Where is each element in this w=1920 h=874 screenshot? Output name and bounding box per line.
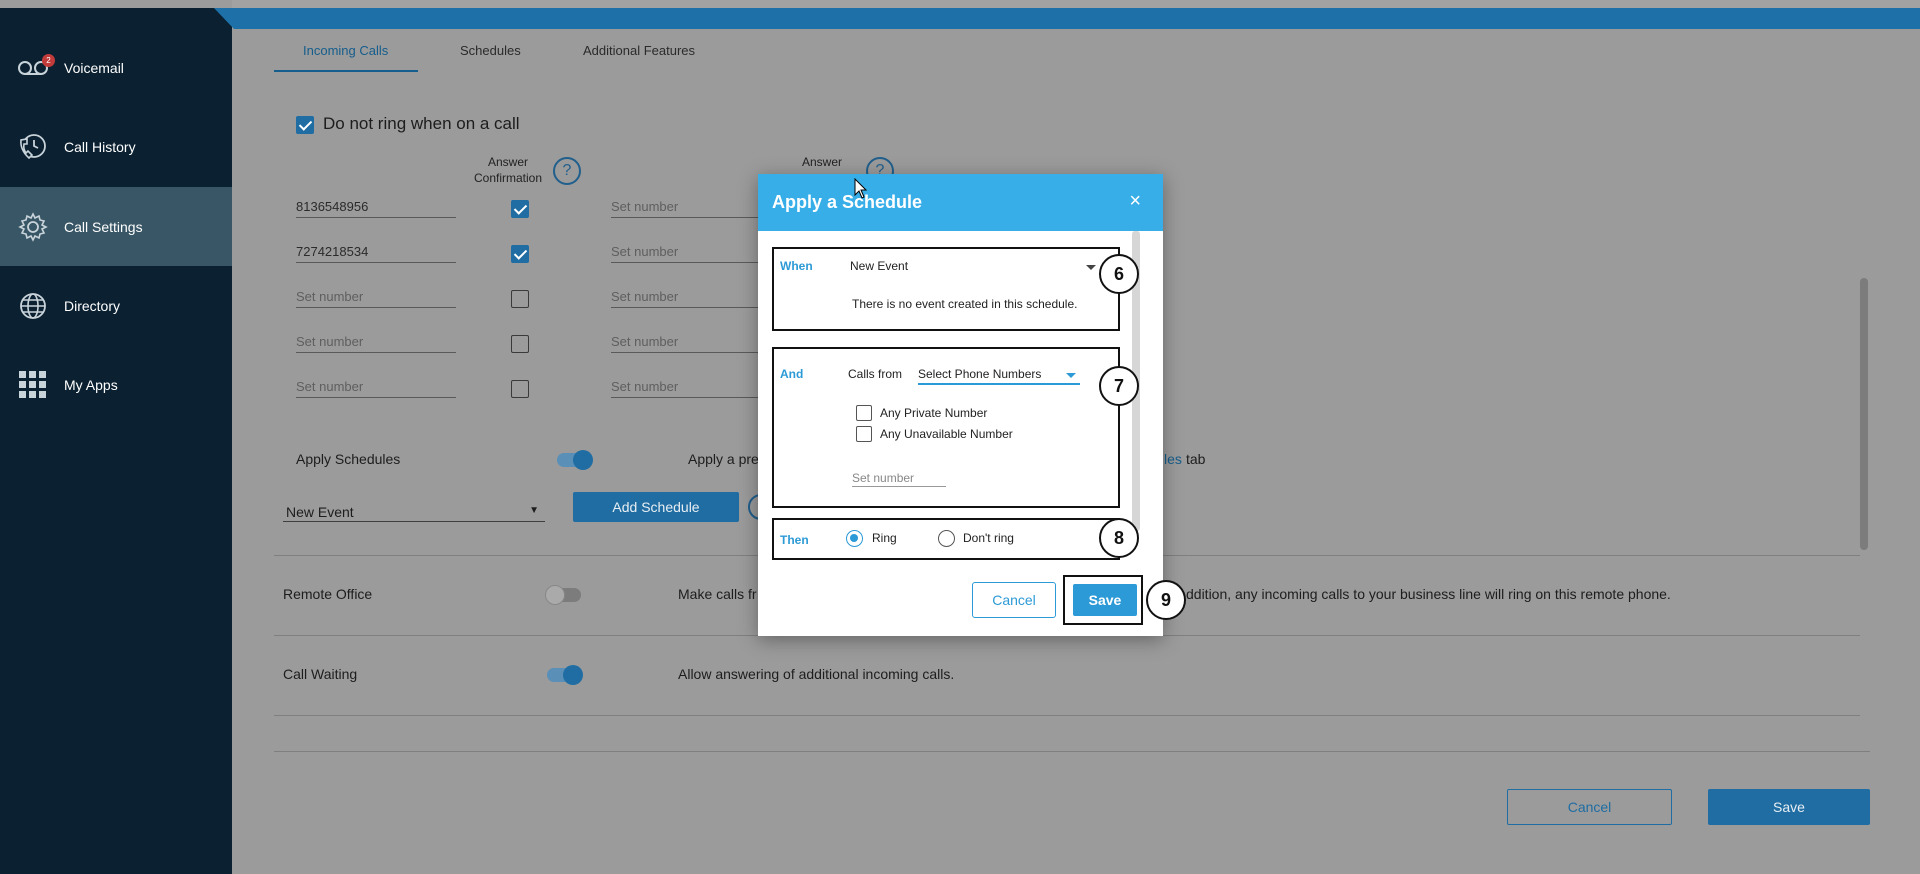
callout-9: 9	[1146, 580, 1186, 620]
phone-clock-icon	[17, 131, 49, 163]
private-number-checkbox[interactable]	[856, 405, 872, 421]
cancel-button[interactable]: Cancel	[1507, 789, 1672, 825]
schedules-tab-link[interactable]: les	[1164, 451, 1182, 467]
top-bar	[232, 0, 1920, 8]
sidebar-item-label: Call History	[64, 138, 136, 155]
set-number-field[interactable]: Set number	[611, 331, 759, 353]
sidebar-item-my-apps[interactable]: My Apps	[0, 345, 232, 424]
and-section: And Calls from Select Phone Numbers Any …	[772, 347, 1120, 508]
dont-ring-label: Don't ring	[963, 531, 1014, 545]
ring-label: Ring	[872, 531, 897, 545]
answer-confirmation-checkbox[interactable]	[511, 290, 529, 308]
page-scrollbar[interactable]	[1860, 278, 1868, 550]
set-number-field[interactable]: Set number	[611, 241, 759, 263]
tab-schedules[interactable]: Schedules	[460, 43, 521, 58]
sidebar-item-call-settings[interactable]: Call Settings	[0, 187, 232, 266]
sidebar: 2 Voicemail Call History Call Settings D…	[0, 0, 232, 874]
sidebar-item-label: My Apps	[64, 376, 118, 393]
answer-confirmation-checkbox[interactable]	[511, 380, 529, 398]
callout-7: 7	[1099, 366, 1139, 406]
no-event-message: There is no event created in this schedu…	[852, 297, 1078, 311]
answer-confirmation-header: Answer Confirmation	[473, 155, 543, 185]
sidebar-item-voicemail[interactable]: 2 Voicemail	[0, 28, 232, 107]
caret-down-icon	[1086, 265, 1096, 270]
callout-6: 6	[1099, 254, 1139, 294]
then-label: Then	[780, 533, 809, 547]
apply-schedules-desc-suffix: tab	[1186, 451, 1206, 467]
event-select[interactable]: New Event	[850, 255, 1098, 277]
remote-office-desc-right: ddition, any incoming calls to your busi…	[1186, 586, 1671, 602]
then-section: Then Ring Don't ring	[772, 518, 1120, 560]
phone-numbers-select[interactable]: Select Phone Numbers	[918, 361, 1080, 385]
apply-schedules-label: Apply Schedules	[296, 451, 401, 467]
sidebar-top-strip	[0, 0, 232, 8]
close-icon[interactable]: ×	[1129, 191, 1141, 211]
globe-icon	[17, 290, 49, 322]
call-waiting-toggle[interactable]	[547, 665, 583, 685]
modal-header: Apply a Schedule ×	[758, 174, 1163, 231]
phone-numbers-select-value: Select Phone Numbers	[918, 367, 1042, 381]
set-number-field[interactable]: Set number	[611, 286, 759, 308]
voicemail-badge: 2	[42, 54, 55, 67]
call-waiting-desc: Allow answering of additional incoming c…	[678, 666, 955, 682]
sidebar-item-label: Call Settings	[64, 218, 143, 235]
ring-radio[interactable]	[846, 530, 863, 547]
sidebar-item-label: Voicemail	[64, 59, 124, 76]
schedule-select-value: New Event	[286, 504, 354, 520]
remote-office-toggle[interactable]	[545, 585, 581, 605]
set-number-field[interactable]: Set number	[611, 196, 759, 218]
event-select-value: New Event	[850, 259, 909, 273]
modal-save-button[interactable]: Save	[1073, 584, 1137, 616]
sidebar-item-directory[interactable]: Directory	[0, 266, 232, 345]
forward-number-field[interactable]: Set number	[296, 286, 456, 308]
forward-number-field[interactable]: 7274218534	[296, 241, 456, 263]
modal-cancel-button[interactable]: Cancel	[972, 582, 1056, 618]
caret-down-icon	[1066, 373, 1076, 378]
caret-down-icon: ▼	[529, 505, 539, 516]
apply-schedules-desc: Apply a pre	[688, 451, 759, 467]
set-number-field[interactable]: Set number	[611, 376, 759, 398]
call-waiting-label: Call Waiting	[283, 666, 358, 682]
dont-ring-radio[interactable]	[938, 530, 955, 547]
forward-number-field[interactable]: Set number	[296, 376, 456, 398]
answer-confirmation-checkbox[interactable]	[511, 245, 529, 263]
do-not-ring-label: Do not ring when on a call	[323, 114, 520, 133]
divider	[274, 715, 1860, 716]
divider	[274, 751, 1870, 752]
save-button[interactable]: Save	[1708, 789, 1870, 825]
tab-incoming-calls[interactable]: Incoming Calls	[303, 43, 388, 58]
remote-office-label: Remote Office	[283, 586, 373, 602]
tab-bar: Incoming Calls Schedules Additional Feat…	[232, 29, 1920, 73]
gear-icon	[17, 211, 49, 243]
when-label: When	[780, 259, 813, 273]
active-tab-underline	[274, 70, 418, 72]
help-icon[interactable]: ?	[553, 157, 581, 185]
calls-from-label: Calls from	[848, 367, 903, 381]
tab-additional-features[interactable]: Additional Features	[583, 43, 695, 58]
apply-schedule-modal: Apply a Schedule × When New Event There …	[758, 174, 1163, 636]
set-number-input[interactable]: Set number	[852, 469, 946, 487]
answer-header-2: Answer	[801, 155, 842, 169]
and-label: And	[780, 367, 804, 381]
set-number-placeholder: Set number	[852, 471, 915, 485]
grid-icon	[17, 369, 49, 401]
sidebar-item-call-history[interactable]: Call History	[0, 107, 232, 186]
private-number-label: Any Private Number	[880, 406, 988, 420]
answer-confirmation-checkbox[interactable]	[511, 200, 529, 218]
unavailable-number-label: Any Unavailable Number	[880, 427, 1013, 441]
sidebar-item-label: Directory	[64, 297, 121, 314]
when-section: When New Event There is no event created…	[772, 247, 1120, 331]
header-blue-bar	[214, 8, 1920, 29]
apply-schedules-toggle[interactable]	[557, 450, 593, 470]
forward-number-field[interactable]: 8136548956	[296, 196, 456, 218]
unavailable-number-checkbox[interactable]	[856, 426, 872, 442]
forward-number-field[interactable]: Set number	[296, 331, 456, 353]
remote-office-desc: Make calls fr	[678, 586, 757, 602]
answer-confirmation-checkbox[interactable]	[511, 335, 529, 353]
modal-title: Apply a Schedule	[772, 192, 923, 212]
callout-8: 8	[1099, 518, 1139, 558]
add-schedule-button[interactable]: Add Schedule	[573, 492, 739, 522]
schedule-select[interactable]: New Event ▼	[283, 500, 545, 522]
do-not-ring-checkbox[interactable]	[296, 116, 314, 134]
